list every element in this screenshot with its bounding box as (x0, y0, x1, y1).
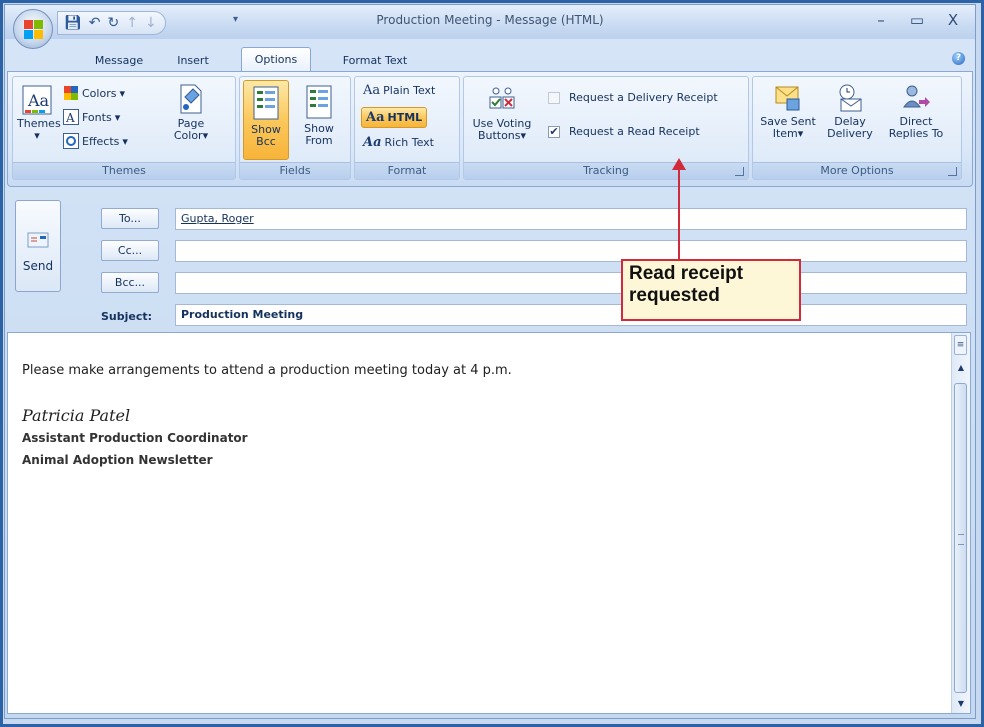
request-delivery-receipt-checkbox[interactable]: Request a Delivery Receipt (548, 91, 718, 104)
vertical-scrollbar[interactable]: ≡ ▲ ▼ (951, 333, 970, 713)
callout-line-1: Read receipt (629, 263, 744, 284)
scrollbar-thumb[interactable] (954, 383, 967, 693)
group-label-themes: Themes (13, 162, 235, 179)
effects-icon (63, 133, 79, 149)
themes-icon: Aa (22, 85, 52, 115)
colors-button[interactable]: Colors ▾ (63, 85, 125, 101)
themes-button[interactable]: Aa Themes ▾ (17, 85, 61, 142)
group-label-more-options: More Options (753, 162, 961, 179)
group-more-options: Save Sent Item▾ Delay Delivery Direct Repli… (752, 76, 962, 180)
rich-text-button[interactable]: Aa Rich Text (363, 135, 434, 150)
office-logo-icon (24, 20, 44, 40)
group-themes: Aa Themes▾ Colors▾ A Fonts▾ Effects▾ (12, 76, 236, 180)
more-options-dialog-launcher-icon[interactable] (948, 167, 957, 176)
direct-replies-to-button[interactable]: Direct Replies To (883, 83, 949, 140)
svg-text:Aa: Aa (27, 91, 50, 110)
cc-button[interactable]: Cc... (101, 240, 159, 261)
send-label: Send (22, 259, 54, 273)
bcc-button[interactable]: Bcc... (101, 272, 159, 293)
group-label-tracking: Tracking (464, 162, 748, 179)
request-read-receipt-checkbox[interactable]: ✔ Request a Read Receipt (548, 125, 700, 138)
office-button[interactable] (13, 9, 53, 49)
subject-field[interactable]: Production Meeting (175, 304, 967, 326)
callout-line-2: requested (629, 285, 720, 306)
group-fields: Show Bcc Show From Fields (239, 76, 351, 180)
delivery-receipt-checkbox-box[interactable] (548, 91, 560, 104)
subject-label: Subject: (101, 310, 153, 323)
plain-text-icon: Aa (363, 83, 381, 98)
rich-text-icon: Aa (363, 135, 382, 150)
read-receipt-checkbox-box[interactable]: ✔ (548, 125, 560, 138)
bcc-field[interactable] (175, 272, 967, 294)
outlook-message-window: 💾︎ ↶ ↻ ↑ ↓ ▾ Production Meeting - Messag… (4, 4, 976, 719)
group-label-fields: Fields (240, 162, 350, 179)
minimize-button[interactable]: – (867, 11, 895, 29)
maximize-button[interactable]: ▭ (903, 11, 931, 29)
scrollbar-grip-icon (958, 534, 964, 545)
callout-arrow-line (678, 168, 680, 259)
ribbon-tabs: Message Insert Options Format Text ? (5, 47, 975, 71)
page-color-button[interactable]: Page Color▾ (163, 83, 219, 142)
scroll-down-arrow-icon[interactable]: ▼ (952, 699, 970, 708)
message-body[interactable]: Please make arrangements to attend a pro… (7, 332, 971, 714)
tab-insert[interactable]: Insert (168, 51, 218, 71)
use-voting-buttons-button[interactable]: Use Voting Buttons▾ (466, 85, 538, 142)
tab-options[interactable]: Options (241, 47, 311, 71)
effects-button[interactable]: Effects ▾ (63, 133, 128, 149)
signature-title: Assistant Production Coordinator (22, 431, 248, 445)
voting-buttons-icon (489, 87, 515, 109)
fonts-button[interactable]: A Fonts ▾ (63, 109, 120, 125)
delay-delivery-button[interactable]: Delay Delivery (821, 83, 879, 140)
tracking-dialog-launcher-icon[interactable] (735, 167, 744, 176)
ribbon-options: Aa Themes▾ Colors▾ A Fonts▾ Effects▾ (7, 71, 973, 187)
fonts-icon: A (63, 109, 79, 125)
page-color-icon (180, 84, 202, 114)
body-text: Please make arrangements to attend a pro… (22, 363, 512, 378)
direct-replies-icon (903, 85, 930, 108)
send-icon (27, 232, 49, 248)
save-sent-item-button[interactable]: Save Sent Item▾ (757, 83, 819, 140)
signature-organization: Animal Adoption Newsletter (22, 453, 213, 467)
group-label-format: Format (355, 162, 459, 179)
title-bar: 💾︎ ↶ ↻ ↑ ↓ ▾ Production Meeting - Messag… (5, 5, 975, 39)
show-bcc-button[interactable]: Show Bcc (243, 80, 289, 160)
scroll-up-arrow-icon[interactable]: ▲ (952, 363, 970, 372)
window-title: Production Meeting - Message (HTML) (376, 13, 604, 27)
show-from-button[interactable]: Show From (296, 84, 342, 147)
to-button[interactable]: To... (101, 208, 159, 229)
colors-icon (64, 86, 78, 100)
show-from-icon (306, 85, 332, 119)
close-button[interactable]: X (939, 11, 967, 29)
send-button[interactable]: Send (15, 200, 61, 292)
show-bcc-icon (253, 86, 279, 120)
group-tracking: Use Voting Buttons▾ Request a Delivery Re… (463, 76, 749, 180)
cc-field[interactable] (175, 240, 967, 262)
signature-name: Patricia Patel (22, 406, 131, 425)
compose-header: Send To... Cc... Bcc... Subject: Gupta, … (5, 188, 975, 330)
group-format: Aa Plain Text Aa HTML Aa Rich Text Forma… (354, 76, 460, 180)
tab-format-text[interactable]: Format Text (335, 51, 415, 71)
save-sent-item-icon (775, 86, 800, 111)
html-button[interactable]: Aa HTML (361, 107, 428, 128)
html-format-icon: Aa (366, 110, 385, 125)
plain-text-button[interactable]: Aa Plain Text (363, 83, 435, 98)
view-ruler-icon[interactable]: ≡ (954, 335, 967, 355)
help-icon[interactable]: ? (952, 52, 965, 65)
delay-delivery-icon (839, 84, 862, 112)
svg-text:A: A (65, 111, 75, 125)
read-receipt-callout: Read receipt requested (621, 259, 801, 321)
to-recipient[interactable]: Gupta, Roger (181, 212, 254, 225)
to-field[interactable]: Gupta, Roger (175, 208, 967, 230)
tab-message[interactable]: Message (85, 51, 153, 71)
